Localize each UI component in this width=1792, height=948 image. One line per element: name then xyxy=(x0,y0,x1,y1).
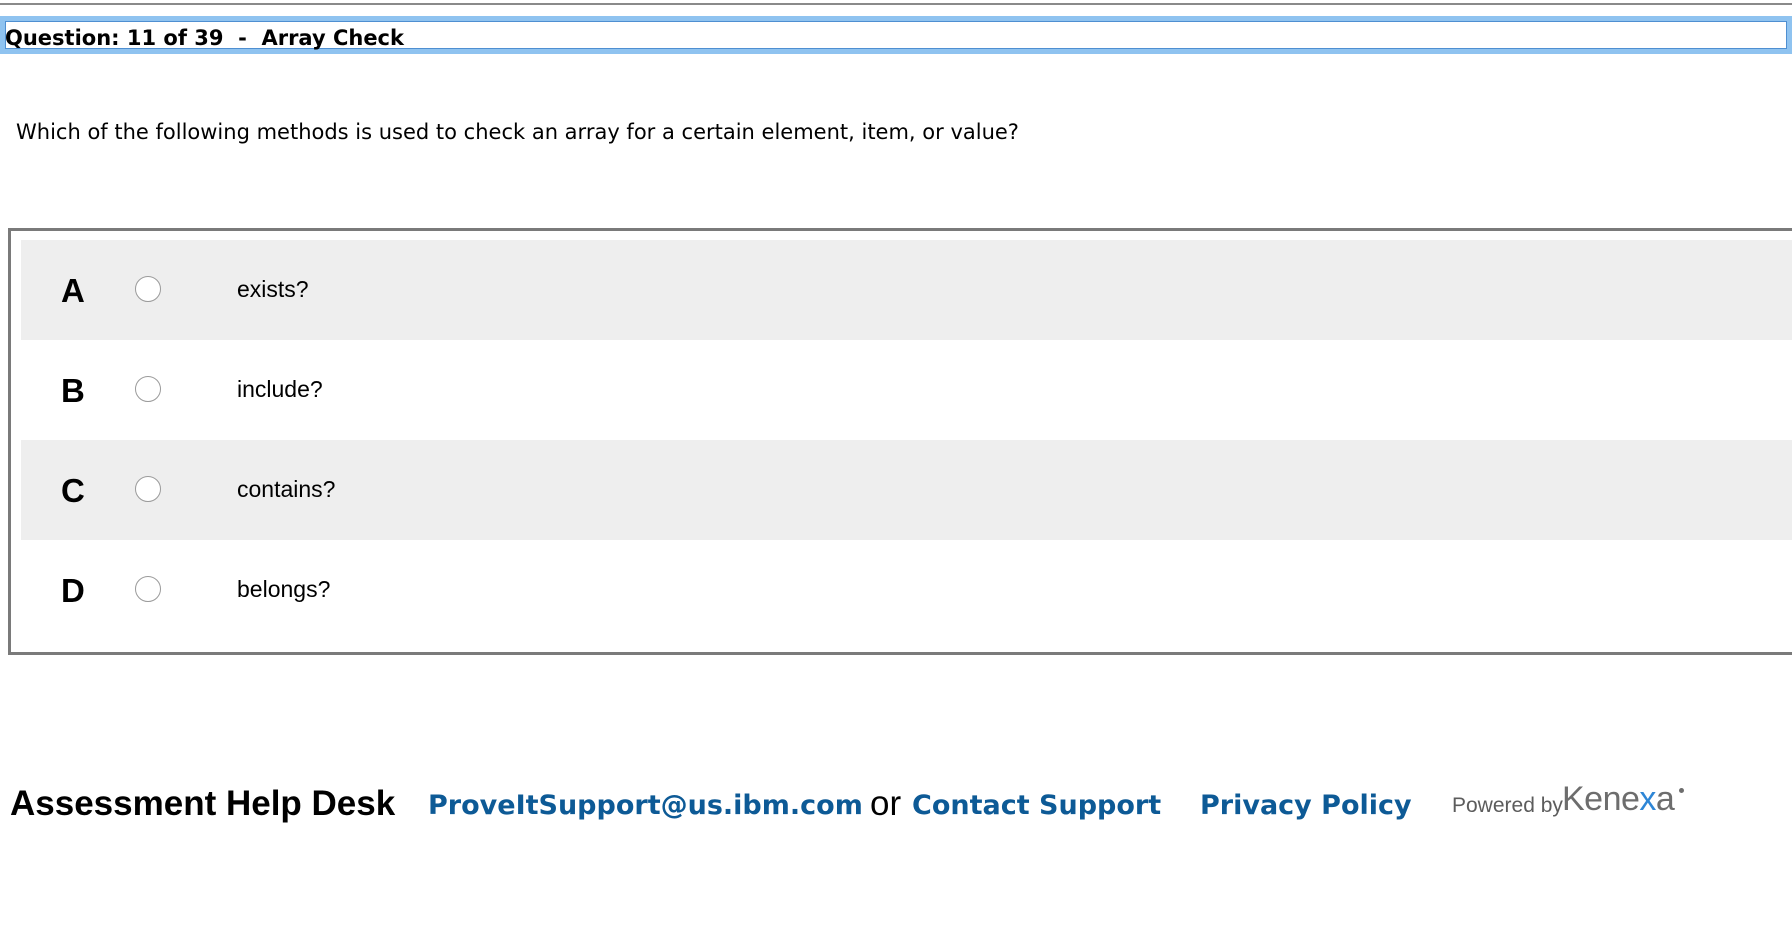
answer-text[interactable]: belongs? xyxy=(237,576,330,603)
answer-text[interactable]: include? xyxy=(237,376,323,403)
answer-radio-a[interactable] xyxy=(135,276,161,302)
answer-text[interactable]: contains? xyxy=(237,476,335,503)
top-divider xyxy=(0,3,1792,5)
answer-radio-b[interactable] xyxy=(135,376,161,402)
answer-letter: A xyxy=(61,272,85,309)
answer-option-c[interactable]: C contains? xyxy=(21,440,1792,540)
powered-by-label: Powered by xyxy=(1452,794,1563,817)
answer-option-b[interactable]: B include? xyxy=(21,340,1792,440)
answer-letter: B xyxy=(61,372,85,409)
question-title: Question: 11 of 39 - Array Check xyxy=(5,26,404,50)
question-header: Question: 11 of 39 - Array Check xyxy=(0,16,1792,54)
contact-support-link[interactable]: Contact Support xyxy=(912,790,1161,821)
kenexa-logo: Kenexa xyxy=(1562,780,1685,819)
support-email-link[interactable]: ProveItSupport@us.ibm.com xyxy=(428,790,863,821)
answer-option-a[interactable]: A exists? xyxy=(21,240,1792,340)
answer-options: A exists? B include? C contains? D belon… xyxy=(8,228,1792,655)
question-prompt: Which of the following methods is used t… xyxy=(16,120,1019,144)
help-desk-label: Assessment Help Desk xyxy=(10,784,396,823)
answer-letter: D xyxy=(61,572,85,609)
privacy-policy-link[interactable]: Privacy Policy xyxy=(1200,790,1412,821)
answer-letter: C xyxy=(61,472,85,509)
answer-text[interactable]: exists? xyxy=(237,276,309,303)
answer-radio-d[interactable] xyxy=(135,576,161,602)
answer-radio-c[interactable] xyxy=(135,476,161,502)
footer-or-text: or xyxy=(870,784,902,823)
answer-option-d[interactable]: D belongs? xyxy=(21,540,1792,640)
